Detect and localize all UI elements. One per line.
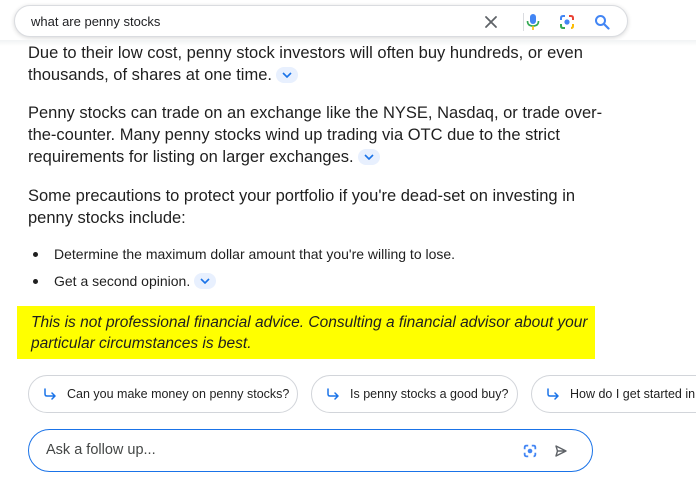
suggestion-chip-label: Is penny stocks a good buy? [350,387,509,401]
list-item-text: Get a second opinion. [54,273,191,289]
answer-paragraph-1: Due to their low cost, penny stock inves… [28,42,608,86]
send-icon[interactable] [551,441,571,461]
bullet-dot [33,279,38,284]
google-lens-icon[interactable] [557,12,577,32]
search-bar[interactable]: what are penny stocks [14,5,628,37]
suggestion-chip[interactable]: How do I get started in [531,375,696,413]
answer-paragraph-1-text: Due to their low cost, penny stock inves… [28,44,583,84]
bullet-dot [33,252,38,257]
follow-up-box[interactable] [28,429,593,472]
chevron-down-icon[interactable] [275,66,298,83]
list-item: Determine the maximum dollar amount that… [28,243,455,270]
search-query[interactable]: what are penny stocks [31,14,160,29]
answer-paragraph-3-text: Some precautions to protect your portfol… [28,187,576,227]
suggestion-chip[interactable]: Is penny stocks a good buy? [311,375,518,413]
suggestion-chip-label: How do I get started in [570,387,696,401]
chevron-down-icon[interactable] [357,148,380,165]
follow-up-input[interactable] [44,441,488,459]
chevron-down-icon[interactable] [194,273,217,290]
disclaimer-text: This is not professional financial advic… [31,314,588,352]
precautions-list: Determine the maximum dollar amount that… [28,243,455,297]
list-item-text: Determine the maximum dollar amount that… [54,246,456,262]
google-lens-icon[interactable] [520,441,540,461]
follow-up-arrow-icon [43,388,57,400]
follow-up-arrow-icon [326,388,340,400]
answer-paragraph-2-text: Penny stocks can trade on an exchange li… [28,104,603,166]
answer-paragraph-2: Penny stocks can trade on an exchange li… [28,102,603,168]
list-item: Get a second opinion. [28,270,455,297]
microphone-icon[interactable] [523,12,543,32]
close-icon[interactable] [481,12,501,32]
suggestion-chip-label: Can you make money on penny stocks? [67,387,290,401]
search-icon[interactable] [592,12,612,32]
disclaimer-highlight: This is not professional financial advic… [17,306,595,359]
follow-up-arrow-icon [546,388,560,400]
suggestion-chip[interactable]: Can you make money on penny stocks? [28,375,298,413]
answer-paragraph-3: Some precautions to protect your portfol… [28,185,598,229]
